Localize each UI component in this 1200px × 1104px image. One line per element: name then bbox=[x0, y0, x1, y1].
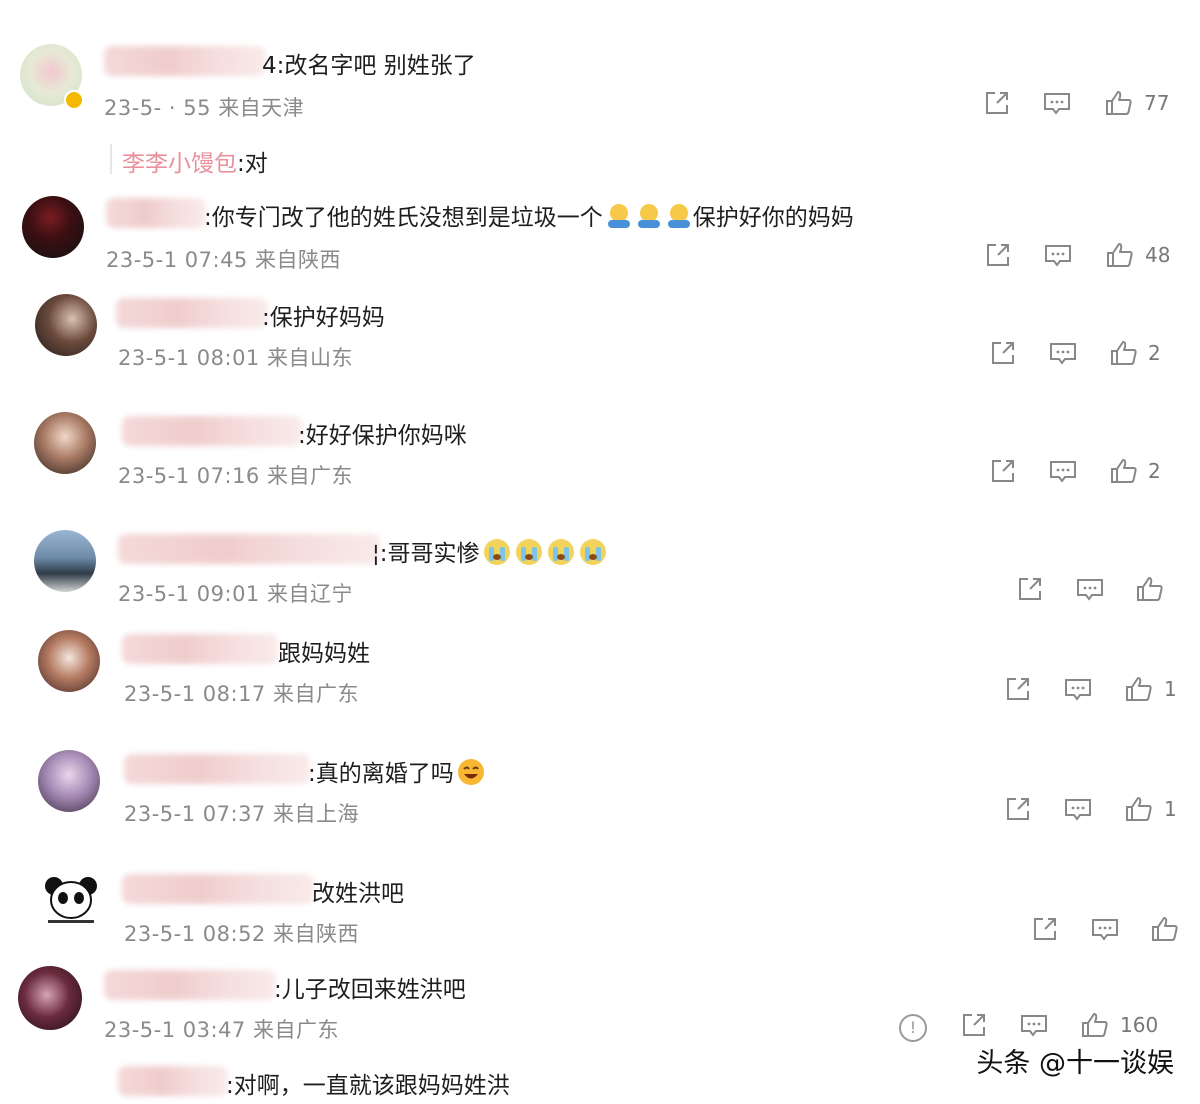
share-icon[interactable] bbox=[988, 456, 1018, 486]
comment-text: :保护好妈妈 bbox=[262, 305, 385, 331]
share-icon[interactable] bbox=[1015, 574, 1045, 604]
comment-icon[interactable] bbox=[1042, 88, 1072, 118]
hug-emoji-icon bbox=[665, 203, 693, 235]
avatar[interactable] bbox=[38, 750, 100, 812]
watermark: 头条 @十一谈娱 bbox=[976, 1048, 1174, 1079]
like-count: 1 bbox=[1164, 797, 1177, 821]
hug-emoji-icon bbox=[605, 203, 633, 235]
reply-item: 李李小馒包:对 bbox=[0, 140, 1200, 180]
comment-icon[interactable] bbox=[1063, 794, 1093, 824]
crying-emoji-icon bbox=[578, 537, 608, 573]
thumbs-up-icon[interactable] bbox=[1150, 914, 1180, 944]
avatar[interactable] bbox=[18, 966, 82, 1030]
comment-text: :真的离婚了吗 bbox=[308, 754, 486, 793]
thumbs-up-icon[interactable] bbox=[1135, 574, 1165, 604]
avatar[interactable] bbox=[34, 412, 96, 474]
like-count: 77 bbox=[1144, 91, 1170, 115]
like-count: 1 bbox=[1164, 677, 1177, 701]
reply-text: 李李小馒包:对 bbox=[122, 151, 268, 177]
username-blurred[interactable] bbox=[122, 874, 314, 904]
comment-item: 4:改名字吧 别姓张了 23-5- · 55 来自天津 bbox=[0, 40, 1200, 130]
info-icon[interactable]: ! bbox=[899, 1014, 927, 1042]
share-icon[interactable] bbox=[988, 338, 1018, 368]
comment-text: ¦:哥哥实惨 bbox=[372, 534, 608, 573]
share-icon[interactable] bbox=[983, 240, 1013, 270]
username-blurred[interactable] bbox=[118, 1066, 228, 1096]
hug-emoji-icon bbox=[635, 203, 663, 235]
reply-text: :对啊，一直就该跟妈妈姓洪 bbox=[226, 1073, 510, 1099]
avatar[interactable] bbox=[22, 196, 84, 258]
crying-emoji-icon bbox=[482, 537, 512, 573]
avatar[interactable] bbox=[38, 630, 100, 692]
share-icon[interactable] bbox=[1003, 794, 1033, 824]
avatar[interactable] bbox=[40, 874, 102, 928]
username-blurred[interactable] bbox=[104, 970, 276, 1000]
crying-emoji-icon bbox=[514, 537, 544, 573]
comment-item: :真的离婚了吗 23-5-1 07:37 来自上海 bbox=[0, 748, 1200, 838]
comment-item: 改姓洪吧 23-5-1 08:52 来自陕西 bbox=[0, 868, 1200, 958]
comment-text: :儿子改回来姓洪吧 bbox=[274, 977, 466, 1003]
comment-item: 跟妈妈姓 23-5-1 08:17 来自广东 bbox=[0, 628, 1200, 718]
comment-time: 23-5-1 08:01 来自山东 bbox=[118, 346, 353, 370]
avatar[interactable] bbox=[35, 294, 97, 356]
comment-text: 跟妈妈姓 bbox=[278, 641, 370, 667]
crying-emoji-icon bbox=[546, 537, 576, 573]
like-count: 48 bbox=[1145, 243, 1171, 267]
comment-item: :你专门改了他的姓氏没想到是垃圾一个 保护好你的妈妈 23-5-1 07:45 来… bbox=[0, 192, 1200, 282]
reply-username[interactable]: 李李小馒包 bbox=[122, 151, 237, 177]
avatar[interactable] bbox=[34, 530, 96, 592]
comment-time: 23-5- · 55 来自天津 bbox=[104, 96, 305, 120]
comment-icon[interactable] bbox=[1090, 914, 1120, 944]
comment-item: :保护好妈妈 23-5-1 08:01 来自山东 bbox=[0, 292, 1200, 382]
thumbs-up-icon[interactable] bbox=[1105, 240, 1135, 270]
thumbs-up-icon[interactable] bbox=[1124, 674, 1154, 704]
comment-text: :你专门改了他的姓氏没想到是垃圾一个 保护好你的妈妈 bbox=[204, 198, 854, 235]
comment-time: 23-5-1 08:17 来自广东 bbox=[124, 682, 359, 706]
thumbs-up-icon[interactable] bbox=[1109, 338, 1139, 368]
comment-time: 23-5-1 07:16 来自广东 bbox=[118, 464, 353, 488]
panda-icon bbox=[45, 877, 97, 923]
username-blurred[interactable] bbox=[116, 298, 268, 328]
laughing-emoji-icon bbox=[456, 757, 486, 793]
comment-text: :好好保护你妈咪 bbox=[298, 423, 467, 449]
verified-badge-icon bbox=[64, 90, 84, 110]
username-blurred[interactable] bbox=[104, 46, 266, 76]
comment-text: 4:改名字吧 别姓张了 bbox=[262, 53, 476, 79]
comment-time: 23-5-1 07:45 来自陕西 bbox=[106, 248, 341, 272]
comment-time: 23-5-1 08:52 来自陕西 bbox=[124, 922, 359, 946]
comment-icon[interactable] bbox=[1043, 240, 1073, 270]
share-icon[interactable] bbox=[1003, 674, 1033, 704]
comment-item: :好好保护你妈咪 23-5-1 07:16 来自广东 bbox=[0, 410, 1200, 500]
username-blurred[interactable] bbox=[122, 416, 302, 446]
thumbs-up-icon[interactable] bbox=[1109, 456, 1139, 486]
comment-item: ¦:哥哥实惨 23-5-1 09:01 来自辽宁 bbox=[0, 528, 1200, 618]
comment-icon[interactable] bbox=[1048, 456, 1078, 486]
username-blurred[interactable] bbox=[118, 534, 380, 564]
thumbs-up-icon[interactable] bbox=[1080, 1010, 1110, 1040]
comment-time: 23-5-1 07:37 来自上海 bbox=[124, 802, 359, 826]
share-icon[interactable] bbox=[982, 88, 1012, 118]
comment-icon[interactable] bbox=[1048, 338, 1078, 368]
reply-divider bbox=[110, 144, 112, 174]
like-count: 160 bbox=[1120, 1013, 1159, 1037]
share-icon[interactable] bbox=[959, 1010, 989, 1040]
thumbs-up-icon[interactable] bbox=[1104, 88, 1134, 118]
username-blurred[interactable] bbox=[124, 754, 310, 784]
comment-time: 23-5-1 09:01 来自辽宁 bbox=[118, 582, 353, 606]
username-blurred[interactable] bbox=[122, 634, 278, 664]
like-count: 2 bbox=[1148, 459, 1161, 483]
comment-text: 改姓洪吧 bbox=[312, 881, 404, 907]
thumbs-up-icon[interactable] bbox=[1124, 794, 1154, 824]
like-count: 2 bbox=[1148, 341, 1161, 365]
share-icon[interactable] bbox=[1030, 914, 1060, 944]
username-blurred[interactable] bbox=[106, 198, 206, 228]
comment-icon[interactable] bbox=[1063, 674, 1093, 704]
comment-time: 23-5-1 03:47 来自广东 bbox=[104, 1018, 339, 1042]
comment-icon[interactable] bbox=[1075, 574, 1105, 604]
comment-icon[interactable] bbox=[1019, 1010, 1049, 1040]
